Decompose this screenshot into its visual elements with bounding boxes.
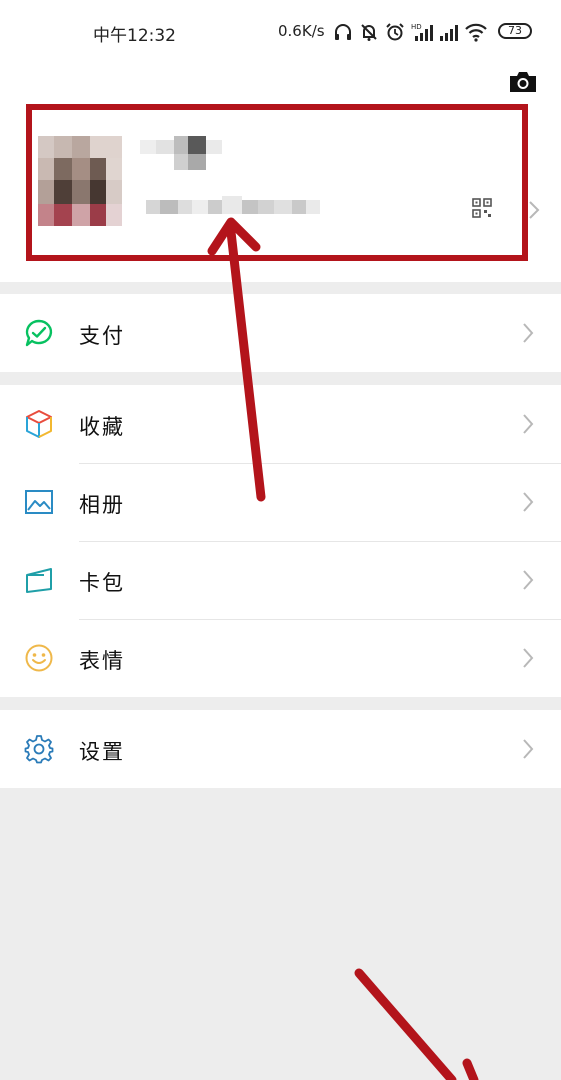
menu-item-settings[interactable]: 设置 xyxy=(0,710,561,788)
menu-item-cards[interactable]: 卡包 xyxy=(0,541,561,619)
menu-item-pay[interactable]: 支付 xyxy=(0,294,561,372)
menu-item-label: 表情 xyxy=(79,649,125,673)
battery-icon: 73 xyxy=(498,23,532,39)
gear-icon xyxy=(24,735,54,764)
headphones-icon xyxy=(335,24,351,40)
chevron-right-icon xyxy=(523,570,534,590)
chevron-right-icon xyxy=(523,739,534,759)
menu-item-favorites[interactable]: 收藏 xyxy=(0,385,561,463)
chevron-right-icon xyxy=(523,414,534,434)
menu-item-label: 收藏 xyxy=(79,415,125,439)
wifi-icon xyxy=(465,23,487,42)
arrow-down-annotation xyxy=(354,968,479,1080)
image-icon xyxy=(25,490,53,514)
menu-item-label: 卡包 xyxy=(79,571,125,595)
signal-icon xyxy=(440,25,458,41)
status-icons: HD xyxy=(333,20,487,44)
menu-item-label: 支付 xyxy=(79,324,125,348)
bell-off-icon xyxy=(361,24,377,41)
camera-icon[interactable] xyxy=(508,70,538,94)
alarm-icon xyxy=(386,23,404,41)
chevron-right-icon xyxy=(523,492,534,512)
menu-item-label: 相册 xyxy=(79,493,125,517)
highlight-box-annotation xyxy=(26,104,528,261)
status-time: 中午12:32 xyxy=(93,26,176,46)
smiley-icon xyxy=(25,644,53,672)
network-speed: 0.6K/s xyxy=(278,22,325,40)
status-bar: 中午12:32 0.6K/s HD 73 xyxy=(0,0,561,62)
chevron-right-icon xyxy=(529,201,540,219)
menu-item-label: 设置 xyxy=(79,740,125,764)
menu-group-settings: 设置 xyxy=(0,710,561,788)
cube-icon xyxy=(26,410,52,438)
card-icon xyxy=(26,568,52,593)
menu-item-album[interactable]: 相册 xyxy=(0,463,561,541)
hd-signal-icon: HD xyxy=(411,23,433,41)
menu-item-stickers[interactable]: 表情 xyxy=(0,619,561,697)
svg-text:HD: HD xyxy=(411,23,422,31)
menu-group-main: 收藏 相册 卡包 表情 xyxy=(0,385,561,697)
chevron-right-icon xyxy=(523,648,534,668)
chevron-right-icon xyxy=(523,323,534,343)
wechat-pay-icon xyxy=(25,319,53,347)
menu-group-pay: 支付 xyxy=(0,294,561,372)
